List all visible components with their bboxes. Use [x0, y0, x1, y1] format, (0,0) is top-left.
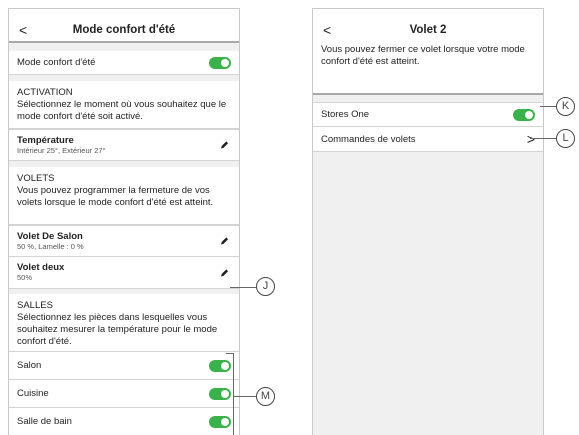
callout-k: K [556, 97, 575, 116]
mode-toggle[interactable] [209, 56, 231, 69]
volets-title: VOLETS [17, 173, 55, 184]
activation-title: ACTIVATION [17, 87, 73, 98]
stores-one-row[interactable]: Stores One [313, 102, 543, 127]
stores-one-toggle[interactable] [513, 108, 535, 121]
callout-line-k [540, 106, 557, 107]
callout-line-m [234, 396, 256, 397]
edit-icon[interactable] [220, 268, 229, 277]
header: < Mode confort d'été [9, 9, 239, 41]
volet-sub: 50% [17, 273, 33, 282]
callout-m: M [256, 387, 275, 406]
callout-bracket-m [233, 353, 234, 435]
header-divider [313, 93, 543, 95]
temperature-item[interactable]: Température Intérieur 25°, Extérieur 27° [9, 129, 239, 161]
callout-bracket-top-m [226, 353, 234, 354]
room-label: Cuisine [17, 388, 49, 399]
volet-description: Vous pouvez fermer ce volet lorsque votr… [321, 44, 525, 67]
back-button[interactable]: < [323, 23, 331, 37]
callout-l: L [556, 129, 575, 148]
volet-detail-screen: < Volet 2 Vous pouvez fermer ce volet lo… [312, 8, 544, 435]
chevron-right-icon: > [526, 131, 535, 147]
room-label: Salon [17, 360, 42, 371]
back-button[interactable]: < [19, 23, 27, 37]
room-toggle[interactable] [209, 415, 231, 428]
volet-item[interactable]: Volet deux 50% [9, 257, 239, 289]
callout-j: J [256, 277, 275, 296]
edit-icon[interactable] [220, 141, 229, 150]
salles-section: SALLES Sélectionnez les pièces dans lesq… [9, 294, 239, 352]
room-toggle[interactable] [209, 387, 231, 400]
mode-row[interactable]: Mode confort d'été [9, 51, 239, 75]
salles-title: SALLES [17, 300, 53, 311]
header-divider [9, 41, 239, 43]
temperature-sub: Intérieur 25°, Extérieur 27° [17, 146, 106, 155]
room-toggle[interactable] [209, 359, 231, 372]
room-row[interactable]: Salle de bain [9, 408, 239, 435]
edit-icon[interactable] [220, 237, 229, 246]
activation-desc: Sélectionnez le moment où vous souhaitez… [17, 99, 227, 122]
callout-line-l [530, 138, 557, 139]
room-row[interactable]: Salon [9, 352, 239, 380]
activation-section: ACTIVATION Sélectionnez le moment où vou… [9, 81, 239, 129]
volet-item[interactable]: Volet De Salon 50 %, Lamelle : 0 % [9, 225, 239, 257]
volet-sub: 50 %, Lamelle : 0 % [17, 242, 84, 251]
room-row[interactable]: Cuisine [9, 380, 239, 408]
stores-one-label: Stores One [321, 109, 370, 120]
summer-comfort-screen: < Mode confort d'été Mode confort d'été … [8, 8, 240, 435]
page-title: Mode confort d'été [72, 24, 176, 36]
temperature-title: Température [17, 135, 74, 146]
volets-desc: Vous pouvez programmer la fermeture de v… [17, 185, 214, 208]
header: < Volet 2 Vous pouvez fermer ce volet lo… [313, 9, 543, 93]
room-label: Salle de bain [17, 416, 72, 427]
volet-title: Volet deux [17, 262, 65, 273]
page-title: Volet 2 [409, 24, 447, 36]
shutter-commands-label: Commandes de volets [321, 133, 416, 145]
volets-section: VOLETS Vous pouvez programmer la fermetu… [9, 167, 239, 225]
mode-label: Mode confort d'été [17, 57, 96, 68]
callout-line-j [230, 287, 256, 288]
salles-desc: Sélectionnez les pièces dans lesquelles … [17, 312, 218, 347]
shutter-commands-row[interactable]: Commandes de volets > [313, 127, 543, 152]
volet-title: Volet De Salon [17, 231, 83, 242]
